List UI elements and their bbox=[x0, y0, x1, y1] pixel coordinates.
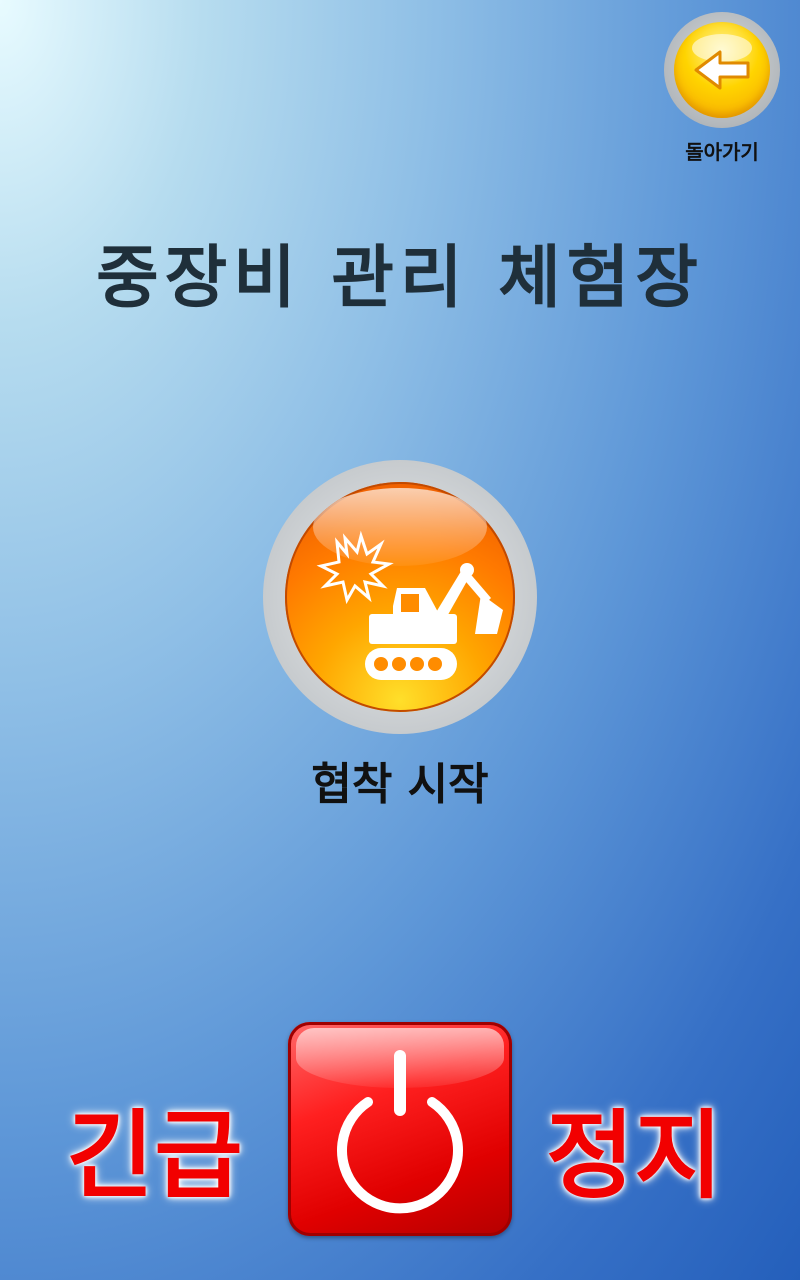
start-button-label: 협착 시작 bbox=[311, 759, 489, 810]
emergency-stop-button[interactable] bbox=[288, 1022, 512, 1236]
back-label: 돌아가기 bbox=[685, 140, 759, 164]
excavator-icon bbox=[316, 530, 503, 680]
arrow-left-icon bbox=[692, 34, 752, 90]
power-icon bbox=[337, 1050, 463, 1214]
back-button[interactable] bbox=[664, 12, 780, 128]
emergency-right-text: 정지 bbox=[546, 1100, 723, 1212]
emergency-left-text: 긴급 bbox=[66, 1100, 243, 1212]
start-button[interactable] bbox=[263, 460, 537, 734]
back-control[interactable]: 돌아가기 bbox=[660, 12, 784, 172]
page-title: 중장비 관리 체험장 bbox=[96, 239, 704, 318]
